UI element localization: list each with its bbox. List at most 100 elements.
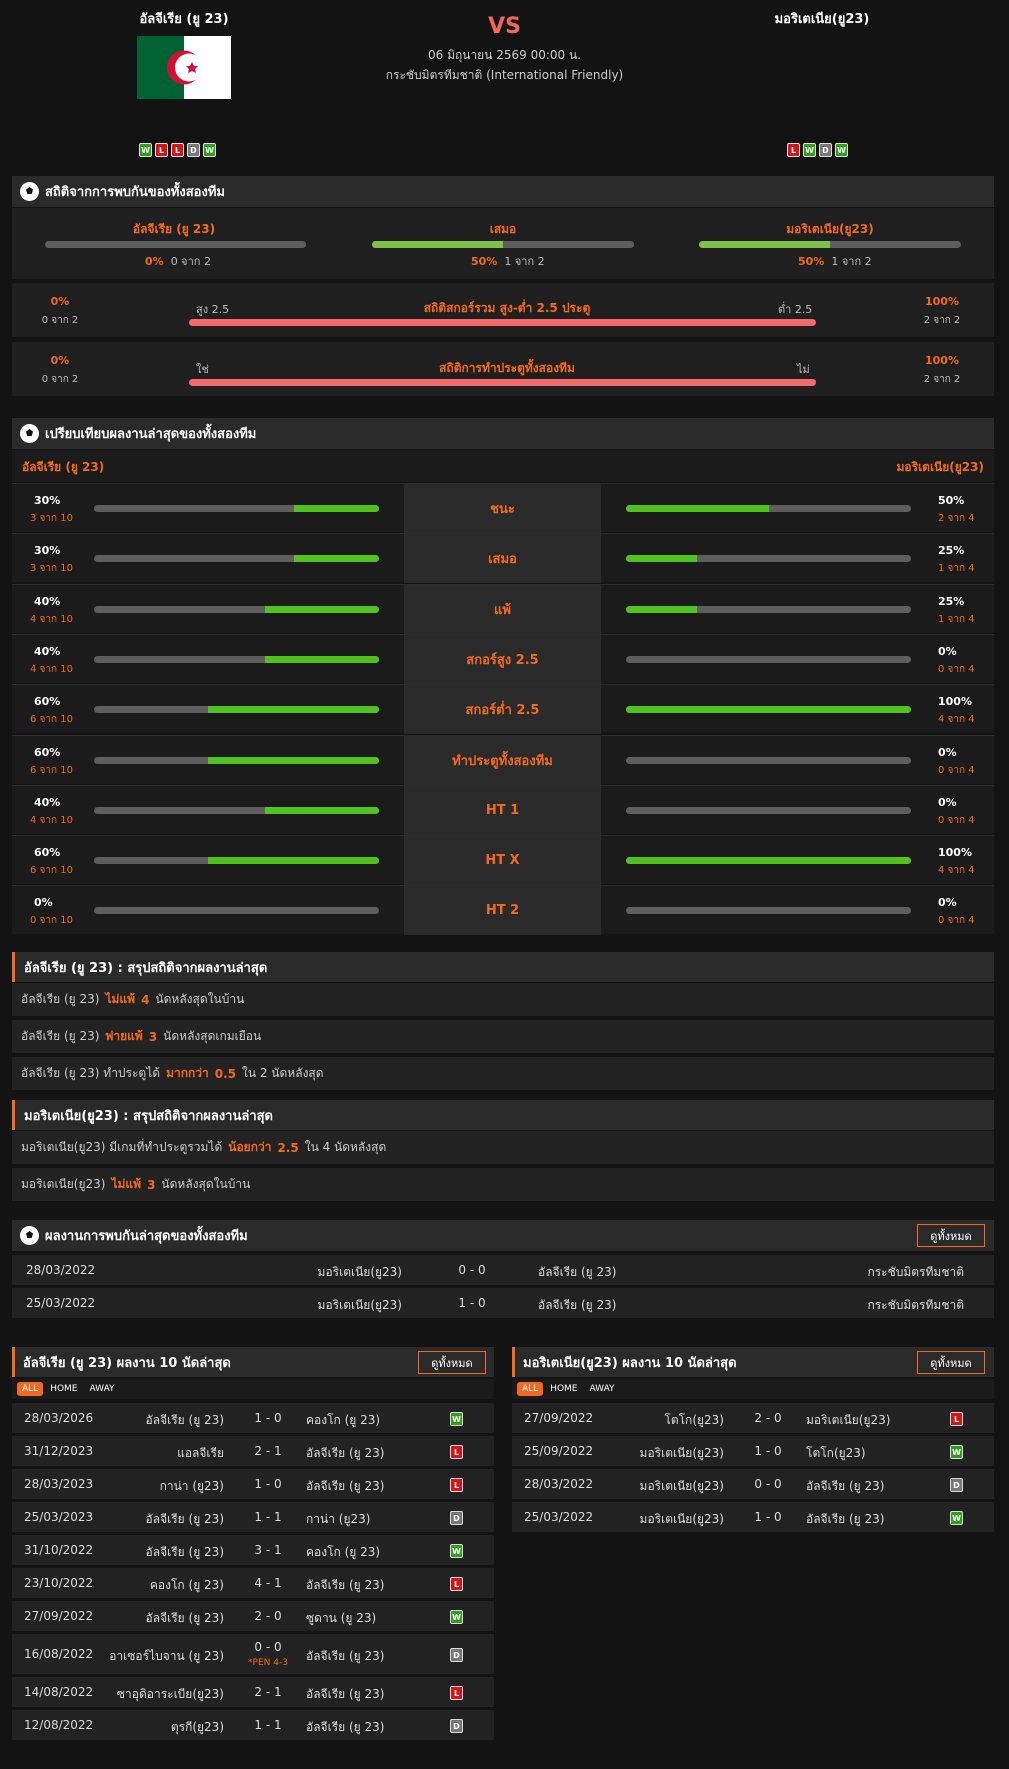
home-team[interactable]: อาเซอร์ไบจาน (ยู 23) bbox=[109, 1647, 224, 1666]
ou-title: สถิติสกอร์รวม สูง-ต่ำ 2.5 ประตู bbox=[423, 301, 591, 315]
home-team[interactable]: มอริเตเนีย(ยู23) bbox=[640, 1444, 724, 1463]
tab-all[interactable]: ALL bbox=[517, 1382, 544, 1396]
away-team[interactable]: อัลจีเรีย (ยู 23) bbox=[306, 1685, 384, 1704]
tab-away[interactable]: AWAY bbox=[585, 1382, 620, 1396]
h2h-away-bar bbox=[699, 241, 961, 248]
away-team[interactable]: คองโก (ยู 23) bbox=[306, 1543, 380, 1562]
home-team[interactable]: กาน่า (ยู23) bbox=[160, 1477, 224, 1496]
last-match-row[interactable]: 28/03/2026 อัลจีเรีย (ยู 23) 1 - 0 คองโก (ย… bbox=[12, 1403, 494, 1433]
home-team[interactable]: มอริเตเนีย(ยู23) bbox=[318, 1296, 402, 1315]
last-match-row[interactable]: 23/10/2022 คองโก (ยู 23) 4 - 1 อัลจีเรีย (ย… bbox=[12, 1568, 494, 1598]
last-match-row[interactable]: 12/08/2022 ตุรกี(ยู23) 1 - 1 อัลจีเรีย (ยู … bbox=[12, 1710, 494, 1740]
bar-fill bbox=[626, 605, 698, 613]
away-team[interactable]: อัลจีเรีย (ยู 23) bbox=[306, 1647, 384, 1666]
home-team[interactable]: ซาอุดิอาระเบีย(ยู23) bbox=[117, 1685, 224, 1704]
score: 2 - 1 bbox=[254, 1685, 282, 1699]
away-team[interactable]: อัลจีเรีย (ยู 23) bbox=[306, 1576, 384, 1595]
home-bar bbox=[94, 706, 379, 714]
away-team[interactable]: อัลจีเรีย (ยู 23) bbox=[806, 1510, 884, 1529]
away-team-name[interactable]: มอริเตเนีย(ยู23) bbox=[760, 8, 884, 29]
away-team[interactable]: คองโก (ยู 23) bbox=[306, 1411, 380, 1430]
compare-row: 40% 4 จาก 10 HT 1 0% 0 จาก 4 bbox=[12, 784, 994, 835]
home-team[interactable]: มอริเตเนีย(ยู23) bbox=[640, 1510, 724, 1529]
last-match-row[interactable]: 25/03/2022 มอริเตเนีย(ยู23) 1 - 0 อัลจีเรีย… bbox=[512, 1502, 994, 1532]
tab-away[interactable]: AWAY bbox=[85, 1382, 120, 1396]
home-team[interactable]: แอลจีเรีย bbox=[177, 1444, 224, 1463]
summary-highlight: มากกว่า bbox=[166, 1066, 209, 1080]
h2h-home-bar bbox=[45, 241, 306, 248]
home-count: 6 จาก 10 bbox=[30, 865, 73, 877]
home-team[interactable]: ตุรกี(ยู23) bbox=[171, 1718, 224, 1737]
home-team[interactable]: คองโก (ยู 23) bbox=[150, 1576, 224, 1595]
away-team[interactable]: อัลจีเรีย (ยู 23) bbox=[806, 1477, 884, 1496]
home-team[interactable]: มอริเตเนีย(ยู23) bbox=[318, 1263, 402, 1282]
home-pct: 60% bbox=[34, 695, 61, 709]
result-badge: W bbox=[950, 1445, 963, 1459]
last-match-row[interactable]: 28/03/2022 มอริเตเนีย(ยู23) 0 - 0 อัลจีเรีย… bbox=[512, 1469, 994, 1499]
away-team[interactable]: กาน่า (ยู23) bbox=[306, 1510, 370, 1529]
home-team[interactable]: มอริเตเนีย(ยู23) bbox=[640, 1477, 724, 1496]
home-bar bbox=[94, 605, 379, 613]
home-count: 6 จาก 10 bbox=[30, 714, 73, 726]
compare-away-label: มอริเตเนีย(ยู23) bbox=[896, 460, 985, 474]
over-under-panel: 0% 0 จาก 2 สูง 2.5 สถิติสกอร์รวม สูง-ต่ำ… bbox=[12, 283, 994, 337]
last-match-row[interactable]: 28/03/2023 กาน่า (ยู23) 1 - 0 อัลจีเรีย (ยู… bbox=[12, 1469, 494, 1499]
summary-value: 2.5 bbox=[277, 1140, 299, 1155]
home-team[interactable]: อัลจีเรีย (ยู 23) bbox=[146, 1510, 224, 1529]
bar-fill bbox=[699, 241, 830, 248]
compare-label: ทำประตูทั้งสองทีม bbox=[404, 735, 601, 785]
away-team[interactable]: อัลจีเรีย (ยู 23) bbox=[538, 1296, 616, 1315]
away-team[interactable]: อัลจีเรีย (ยู 23) bbox=[306, 1444, 384, 1463]
last-match-row[interactable]: 25/09/2022 มอริเตเนีย(ยู23) 1 - 0 โตโก(ยู23… bbox=[512, 1436, 994, 1466]
section-title: เปรียบเทียบผลงานล่าสุดของทั้งสองทีม bbox=[45, 427, 257, 442]
last-match-row[interactable]: 27/09/2022 อัลจีเรีย (ยู 23) 2 - 0 ซูดาน (ย… bbox=[12, 1601, 494, 1631]
h2h-stats-section: สถิติจากการพบกันของทั้งสองทีม bbox=[12, 176, 994, 207]
home-pct: 40% bbox=[34, 594, 61, 608]
competition: กระชับมิตรทีมชาติ bbox=[867, 1298, 964, 1312]
bar-fill bbox=[265, 655, 379, 663]
away-team[interactable]: โตโก(ยู23) bbox=[806, 1444, 866, 1463]
bar-fill bbox=[626, 706, 911, 714]
compare-label: สกอร์ต่ำ 2.5 bbox=[404, 685, 601, 735]
home-count: 4 จาก 10 bbox=[30, 814, 73, 826]
home-team[interactable]: โตโก(ยู23) bbox=[664, 1411, 724, 1430]
compare-row: 30% 3 จาก 10 ชนะ 50% 2 จาก 4 bbox=[12, 483, 994, 533]
home-pct: 40% bbox=[34, 795, 61, 809]
score: 1 - 0 bbox=[254, 1411, 282, 1425]
away-team[interactable]: มอริเตเนีย(ยู23) bbox=[806, 1411, 890, 1430]
tab-all[interactable]: ALL bbox=[17, 1382, 44, 1396]
last-match-row[interactable]: 14/08/2022 ซาอุดิอาระเบีย(ยู23) 2 - 1 อัลจี… bbox=[12, 1677, 494, 1707]
away-bar bbox=[626, 756, 911, 764]
match-date: 25/03/2022 bbox=[26, 1296, 96, 1310]
home-team[interactable]: อัลจีเรีย (ยู 23) bbox=[146, 1411, 224, 1430]
away-count: 0 จาก 4 bbox=[938, 663, 975, 675]
last-match-row[interactable]: 31/12/2023 แอลจีเรีย 2 - 1 อัลจีเรีย (ยู 23… bbox=[12, 1436, 494, 1466]
result-badge: D bbox=[450, 1719, 463, 1733]
home-team[interactable]: อัลจีเรีย (ยู 23) bbox=[146, 1543, 224, 1562]
ou-left-label: สูง 2.5 bbox=[196, 303, 230, 316]
summary-team: อัลจีเรีย (ยู 23) ทำประตูได้ bbox=[21, 1066, 161, 1080]
match-date: 28/03/2026 bbox=[24, 1411, 94, 1425]
summary-team: มอริเตเนีย(ยู23) มีเกมที่ทำประตูรวมได้ bbox=[21, 1140, 223, 1154]
home-last-view-all-button[interactable]: ดูทั้งหมด bbox=[418, 1351, 486, 1374]
compare-home-label: อัลจีเรีย (ยู 23) bbox=[22, 460, 105, 474]
match-date: 27/09/2022 bbox=[524, 1411, 594, 1425]
home-team[interactable]: อัลจีเรีย (ยู 23) bbox=[146, 1609, 224, 1628]
h2h-view-all-button[interactable]: ดูทั้งหมด bbox=[917, 1224, 985, 1247]
last-match-row[interactable]: 16/08/2022 อาเซอร์ไบจาน (ยู 23) 0 - 0 *PEN … bbox=[12, 1634, 494, 1674]
away-team[interactable]: อัลจีเรีย (ยู 23) bbox=[538, 1263, 616, 1282]
away-bar bbox=[626, 605, 911, 613]
tab-home[interactable]: HOME bbox=[45, 1382, 82, 1396]
away-last-view-all-button[interactable]: ดูทั้งหมด bbox=[917, 1351, 985, 1374]
form-badge: W bbox=[139, 143, 152, 157]
last-match-row[interactable]: 25/03/2023 อัลจีเรีย (ยู 23) 1 - 1 กาน่า (ย… bbox=[12, 1502, 494, 1532]
h2h-result-row[interactable]: 25/03/2022 มอริเตเนีย(ยู23) 1 - 0 อัลจีเรีย… bbox=[12, 1288, 994, 1318]
home-bar bbox=[94, 857, 379, 865]
h2h-result-row[interactable]: 28/03/2022 มอริเตเนีย(ยู23) 0 - 0 อัลจีเรีย… bbox=[12, 1255, 994, 1285]
away-team[interactable]: อัลจีเรีย (ยู 23) bbox=[306, 1477, 384, 1496]
tab-home[interactable]: HOME bbox=[545, 1382, 582, 1396]
away-team[interactable]: อัลจีเรีย (ยู 23) bbox=[306, 1718, 384, 1737]
last-match-row[interactable]: 27/09/2022 โตโก(ยู23) 2 - 0 มอริเตเนีย(ยู23… bbox=[512, 1403, 994, 1433]
last-match-row[interactable]: 31/10/2022 อัลจีเรีย (ยู 23) 3 - 1 คองโก (ย… bbox=[12, 1535, 494, 1565]
away-team[interactable]: ซูดาน (ยู 23) bbox=[306, 1609, 376, 1628]
